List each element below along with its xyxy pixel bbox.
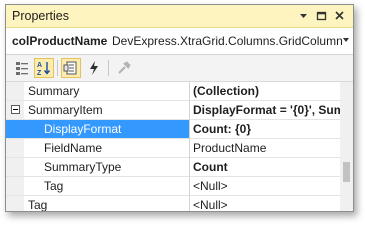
- object-type: DevExpress.XtraGrid.Columns.GridColumn: [112, 34, 343, 48]
- property-value: <Null>: [193, 179, 228, 193]
- property-label: Tag: [44, 179, 64, 193]
- property-value-cell[interactable]: ProductName: [190, 139, 340, 158]
- property-row[interactable]: FieldName ProductName: [6, 139, 353, 158]
- property-name-cell[interactable]: Tag: [6, 196, 189, 212]
- property-label: FieldName: [44, 141, 103, 155]
- events-icon[interactable]: [84, 58, 104, 78]
- property-value: Count: [193, 160, 228, 174]
- properties-icon[interactable]: [61, 58, 81, 78]
- restore-icon[interactable]: [315, 9, 328, 22]
- property-name-cell[interactable]: Tag: [6, 177, 189, 196]
- property-label: SummaryType: [44, 160, 122, 174]
- property-value-cell[interactable]: DisplayFormat = '{0}', Sum: [190, 101, 340, 120]
- pin-dropdown-icon[interactable]: [297, 9, 310, 22]
- property-label: Summary: [28, 84, 80, 98]
- property-row-selected[interactable]: DisplayFormat Count: {0}: [6, 120, 353, 139]
- property-value: <Null>: [193, 198, 228, 212]
- property-name-cell[interactable]: SummaryItem: [6, 101, 189, 120]
- property-name-cell[interactable]: DisplayFormat: [6, 120, 189, 139]
- property-value: (Collection): [193, 84, 259, 98]
- collapse-icon[interactable]: [11, 105, 20, 114]
- property-label: Tag: [28, 198, 48, 212]
- property-pages-icon[interactable]: [114, 58, 134, 78]
- column-divider[interactable]: [189, 82, 190, 211]
- toolbar-separator: [108, 60, 109, 76]
- property-row[interactable]: Tag <Null>: [6, 177, 353, 196]
- property-value-cell[interactable]: Count: [190, 158, 340, 177]
- property-value: DisplayFormat = '{0}', Sum: [193, 103, 340, 117]
- title-bar[interactable]: Properties: [6, 5, 353, 28]
- close-icon[interactable]: [333, 9, 346, 22]
- property-value-cell[interactable]: <Null>: [190, 177, 340, 196]
- property-label: DisplayFormat: [44, 122, 122, 136]
- property-name-cell[interactable]: FieldName: [6, 139, 189, 158]
- property-label: SummaryItem: [28, 103, 103, 117]
- svg-text:Z: Z: [37, 70, 42, 77]
- categorized-icon[interactable]: [12, 58, 32, 78]
- property-name-cell[interactable]: Summary: [6, 82, 189, 101]
- properties-window: Properties colProductName DevExpress.Xtr…: [5, 4, 354, 212]
- chevron-down-icon[interactable]: [343, 38, 349, 42]
- object-name: colProductName: [12, 34, 108, 48]
- window-title: Properties: [12, 9, 69, 23]
- vertical-scrollbar[interactable]: [340, 82, 353, 211]
- svg-text:A: A: [37, 62, 42, 69]
- property-value: ProductName: [193, 141, 267, 155]
- property-row[interactable]: SummaryType Count: [6, 158, 353, 177]
- property-value-cell[interactable]: (Collection): [190, 82, 340, 101]
- scrollbar-thumb[interactable]: [343, 162, 350, 182]
- toolbar-separator: [57, 60, 58, 76]
- property-row[interactable]: Summary (Collection): [6, 82, 353, 101]
- alphabetical-icon[interactable]: A Z: [34, 58, 54, 78]
- property-value-cell[interactable]: Count: {0}: [190, 120, 340, 139]
- property-value-cell[interactable]: <Null>: [190, 196, 340, 212]
- property-value: Count: {0}: [193, 122, 251, 136]
- property-row[interactable]: Tag <Null>: [6, 196, 353, 212]
- object-selector[interactable]: colProductName DevExpress.XtraGrid.Colum…: [6, 28, 353, 55]
- property-row[interactable]: SummaryItem DisplayFormat = '{0}', Sum: [6, 101, 353, 120]
- properties-toolbar: A Z: [6, 55, 353, 82]
- property-name-cell[interactable]: SummaryType: [6, 158, 189, 177]
- property-grid: Summary (Collection) SummaryItem Display…: [6, 82, 353, 211]
